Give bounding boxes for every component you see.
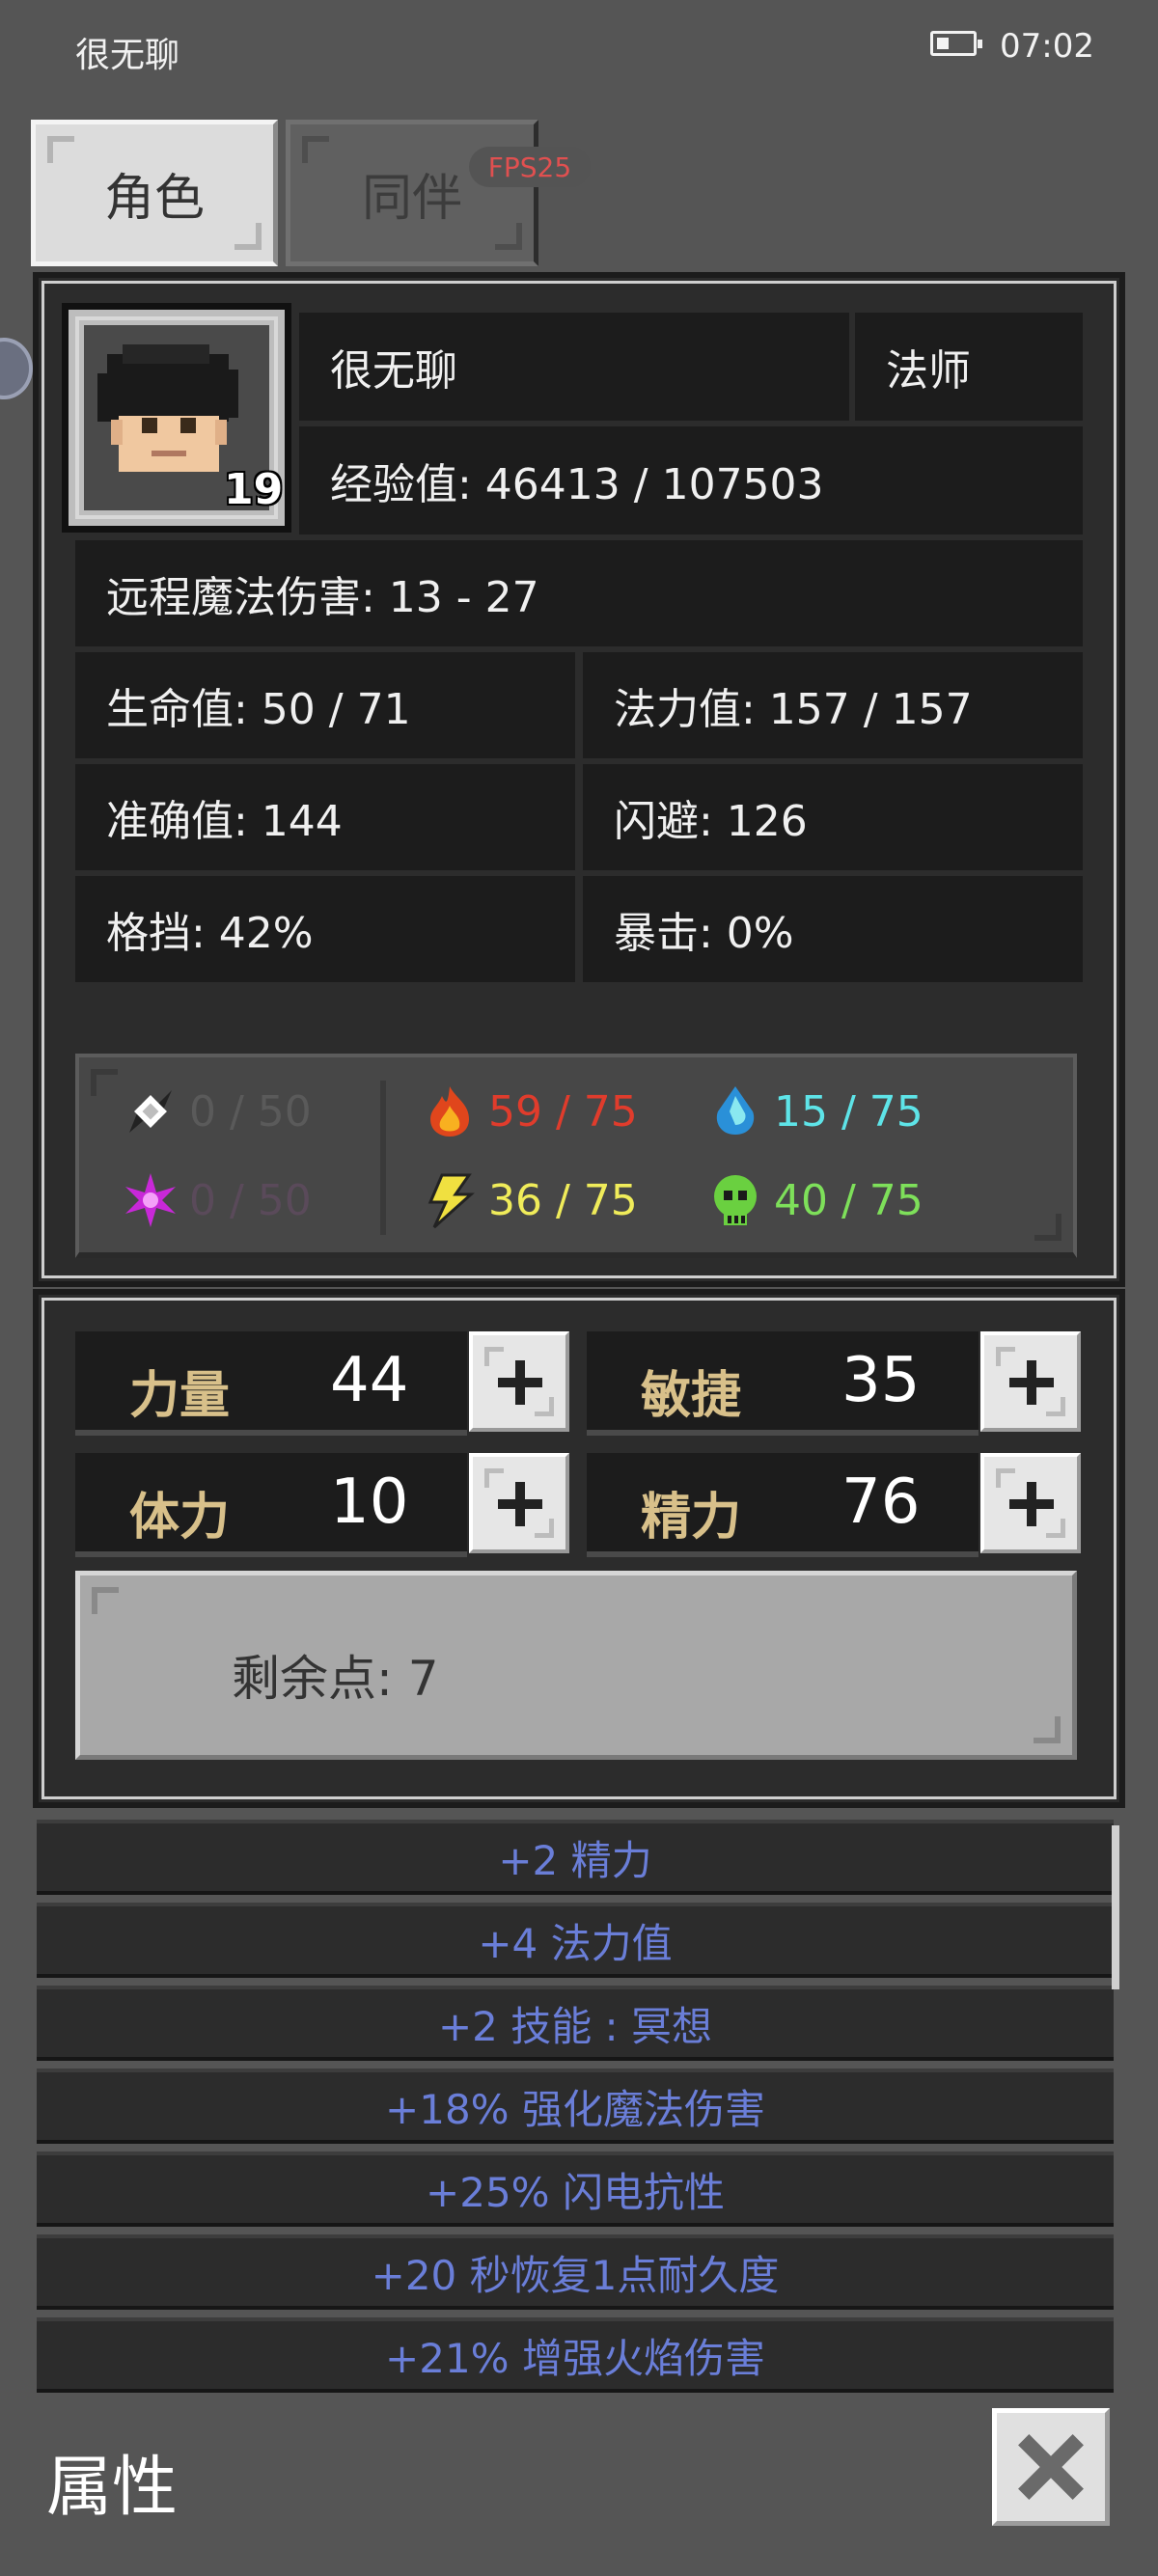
list-scrollbar[interactable] xyxy=(1112,1825,1119,1989)
resist-arcane: 0 / 50 xyxy=(122,1171,312,1229)
block-value: 格挡: 42% xyxy=(75,876,575,982)
status-app-name: 很无聊 xyxy=(75,36,180,75)
resist-physical-value: 0 / 50 xyxy=(189,1086,312,1137)
resist-fire: 59 / 75 xyxy=(421,1082,638,1140)
list-item: +4 法力值 xyxy=(37,1903,1114,1978)
lightning-icon xyxy=(421,1171,479,1229)
evasion-value: 闪避: 126 xyxy=(583,764,1083,870)
list-item: +2 精力 xyxy=(37,1820,1114,1895)
accuracy-value: 准确值: 144 xyxy=(75,764,575,870)
attr-strength-label: 力量 xyxy=(129,1367,231,1425)
tab-companion-label: 同伴 xyxy=(361,169,462,228)
add-energy-button[interactable] xyxy=(980,1453,1081,1553)
attr-vitality-value: 10 xyxy=(330,1466,409,1538)
floating-bubble[interactable] xyxy=(0,338,33,399)
fps-badge: FPS25 xyxy=(469,147,591,187)
resist-physical: 0 / 50 xyxy=(122,1082,312,1140)
resist-lightning: 36 / 75 xyxy=(421,1171,638,1229)
remaining-points: 剩余点: 7 xyxy=(232,1651,439,1707)
attr-agility-label: 敏捷 xyxy=(641,1367,742,1425)
resist-water-value: 15 / 75 xyxy=(774,1086,924,1137)
experience-value: 经验值: 46413 / 107503 xyxy=(299,426,1083,534)
tab-character[interactable]: 角色 xyxy=(31,120,278,266)
list-item: +18% 强化魔法伤害 xyxy=(37,2069,1114,2144)
attr-agility-value: 35 xyxy=(841,1345,921,1416)
resist-fire-value: 59 / 75 xyxy=(488,1086,638,1137)
remaining-points-box xyxy=(75,1571,1077,1760)
battery-icon xyxy=(930,31,982,56)
add-strength-button[interactable] xyxy=(469,1331,569,1432)
tab-companion[interactable]: 同伴 xyxy=(286,120,538,266)
resist-poison-value: 40 / 75 xyxy=(774,1175,924,1225)
add-vitality-button[interactable] xyxy=(469,1453,569,1553)
effect-list[interactable]: +2 精力 +4 法力值 +2 技能 : 冥想 +18% 强化魔法伤害 +25%… xyxy=(33,1820,1125,2393)
list-item: +25% 闪电抗性 xyxy=(37,2151,1114,2227)
resist-arcane-value: 0 / 50 xyxy=(189,1175,312,1225)
attr-energy-value: 76 xyxy=(841,1466,921,1538)
add-agility-button[interactable] xyxy=(980,1331,1081,1432)
list-item: +2 技能 : 冥想 xyxy=(37,1986,1114,2061)
attr-vitality-label: 体力 xyxy=(129,1489,231,1547)
damage-value: 远程魔法伤害: 13 - 27 xyxy=(75,540,1083,646)
resistance-divider xyxy=(380,1081,386,1235)
attr-strength-value: 44 xyxy=(330,1345,409,1416)
mp-value: 法力值: 157 / 157 xyxy=(583,652,1083,758)
water-icon xyxy=(706,1082,764,1140)
page-title: 属性 xyxy=(46,2450,179,2526)
tab-character-label: 角色 xyxy=(103,169,205,228)
attr-energy-label: 精力 xyxy=(641,1489,742,1547)
character-class: 法师 xyxy=(855,313,1083,421)
list-item: +21% 增强火焰伤害 xyxy=(37,2317,1114,2393)
arcane-icon xyxy=(122,1171,179,1229)
hp-value: 生命值: 50 / 71 xyxy=(75,652,575,758)
status-time: 07:02 xyxy=(1000,27,1094,66)
resist-lightning-value: 36 / 75 xyxy=(488,1175,638,1225)
list-item: +20 秒恢复1点耐久度 xyxy=(37,2234,1114,2310)
close-button[interactable] xyxy=(992,2408,1110,2526)
critical-value: 暴击: 0% xyxy=(583,876,1083,982)
resist-water: 15 / 75 xyxy=(706,1082,924,1140)
resist-poison: 40 / 75 xyxy=(706,1171,924,1229)
physical-icon xyxy=(122,1082,179,1140)
poison-icon xyxy=(706,1171,764,1229)
level-badge: 19 xyxy=(224,465,284,514)
fire-icon xyxy=(421,1082,479,1140)
character-name: 很无聊 xyxy=(299,313,849,421)
